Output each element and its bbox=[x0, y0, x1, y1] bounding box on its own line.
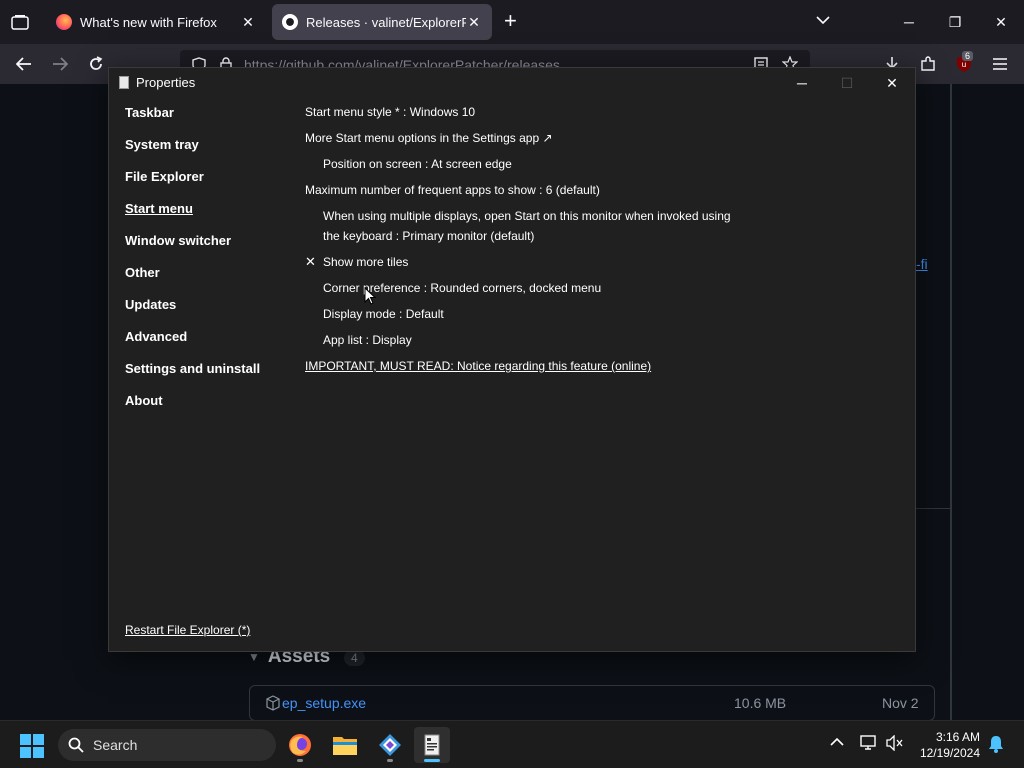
clock-time: 3:16 AM bbox=[935, 730, 980, 744]
ublock-count-badge: 6 bbox=[962, 51, 974, 61]
dialog-titlebar[interactable]: Properties ─ ☐ ✕ bbox=[109, 68, 915, 98]
taskbar-app-file-explorer[interactable] bbox=[327, 727, 363, 763]
tab-close-icon[interactable]: ✕ bbox=[240, 14, 256, 31]
taskbar-app-vscode-insiders[interactable] bbox=[372, 727, 408, 763]
asset-date: Nov 2 bbox=[882, 695, 919, 711]
dialog-close-button[interactable]: ✕ bbox=[877, 72, 907, 94]
page-partial-link[interactable]: -fi bbox=[916, 256, 928, 272]
option-display-mode[interactable]: Display mode : Default bbox=[323, 304, 444, 324]
taskbar-app-properties[interactable] bbox=[414, 727, 450, 763]
file-explorer-icon bbox=[333, 737, 357, 755]
option-position-on-screen[interactable]: Position on screen : At screen edge bbox=[323, 154, 512, 174]
puzzle-icon bbox=[921, 56, 935, 71]
back-arrow-icon bbox=[16, 57, 31, 71]
firefox-tab-strip: What's new with Firefox ✕ Releases · val… bbox=[0, 0, 1024, 44]
sidebar-item-about[interactable]: About bbox=[125, 392, 260, 424]
tab-title: Releases · valinet/ExplorerPatcher bbox=[306, 14, 466, 30]
hamburger-icon bbox=[993, 58, 1007, 70]
list-all-tabs-button[interactable] bbox=[816, 12, 830, 30]
search-label: Search bbox=[93, 737, 138, 753]
taskbar-clock[interactable]: 3:16 AM 12/19/2024 bbox=[900, 729, 980, 761]
firefox-favicon-icon bbox=[56, 14, 72, 30]
bell-icon bbox=[989, 736, 1003, 753]
taskbar-app-firefox[interactable] bbox=[282, 727, 318, 763]
restore-button[interactable]: ❐ bbox=[940, 10, 970, 34]
menu-button[interactable] bbox=[988, 52, 1012, 76]
reload-icon bbox=[90, 56, 103, 70]
page-divider bbox=[950, 84, 952, 720]
tab-whats-new[interactable]: What's new with Firefox ✕ bbox=[46, 4, 266, 40]
properties-dialog: Properties ─ ☐ ✕ Taskbar System tray Fil… bbox=[108, 67, 916, 652]
taskbar-search-box[interactable]: Search bbox=[58, 729, 276, 761]
back-button[interactable] bbox=[12, 52, 36, 76]
search-icon bbox=[68, 737, 84, 758]
option-multi-display-line1[interactable]: When using multiple displays, open Start… bbox=[323, 206, 731, 226]
vscode-insiders-icon bbox=[379, 734, 401, 756]
firefox-view-icon bbox=[11, 15, 29, 30]
asset-row: ep_setup.exe 10.6 MB Nov 2 bbox=[249, 685, 935, 721]
firefox-icon bbox=[289, 734, 311, 756]
svg-text:u: u bbox=[962, 60, 966, 69]
sidebar-item-system-tray[interactable]: System tray bbox=[125, 136, 260, 168]
caret-down-icon: ▼ bbox=[248, 650, 260, 664]
extensions-button[interactable] bbox=[916, 52, 940, 76]
tab-title: What's new with Firefox bbox=[80, 14, 217, 30]
new-tab-button[interactable]: + bbox=[504, 10, 517, 32]
chevron-down-icon bbox=[816, 16, 830, 25]
dialog-maximize-button: ☐ bbox=[840, 74, 854, 91]
start-button[interactable] bbox=[20, 734, 44, 763]
app-running-indicator bbox=[297, 759, 303, 762]
tab-releases[interactable]: Releases · valinet/ExplorerPatcher ✕ bbox=[272, 4, 492, 40]
package-icon bbox=[266, 695, 280, 716]
sidebar-item-start-menu[interactable]: Start menu bbox=[125, 200, 260, 232]
dialog-title: Properties bbox=[136, 75, 196, 90]
option-max-frequent-apps[interactable]: Maximum number of frequent apps to show … bbox=[305, 180, 600, 200]
dialog-sidebar: Taskbar System tray File Explorer Start … bbox=[125, 104, 260, 424]
network-monitor-icon bbox=[860, 735, 876, 750]
notifications-button[interactable] bbox=[988, 735, 1004, 756]
mouse-cursor-icon bbox=[364, 287, 376, 305]
page-divider bbox=[916, 508, 950, 509]
sidebar-item-file-explorer[interactable]: File Explorer bbox=[125, 168, 260, 200]
minimize-button[interactable]: ─ bbox=[894, 10, 924, 34]
option-start-menu-style[interactable]: Start menu style * : Windows 10 bbox=[305, 102, 475, 122]
sidebar-item-taskbar[interactable]: Taskbar bbox=[125, 104, 260, 136]
assets-count-badge: 4 bbox=[344, 650, 365, 666]
properties-app-icon bbox=[119, 76, 129, 89]
app-active-indicator bbox=[424, 759, 440, 762]
sidebar-item-other[interactable]: Other bbox=[125, 264, 260, 296]
show-hidden-icons-button[interactable] bbox=[830, 735, 844, 750]
option-more-start-options-link[interactable]: More Start menu options in the Settings … bbox=[305, 128, 553, 148]
firefox-view-button[interactable] bbox=[8, 10, 32, 34]
windows-logo-icon bbox=[20, 734, 44, 758]
close-window-button[interactable]: ✕ bbox=[986, 10, 1016, 34]
app-running-indicator bbox=[387, 759, 393, 762]
option-multi-display-line2[interactable]: the keyboard : Primary monitor (default) bbox=[323, 226, 534, 246]
sidebar-item-advanced[interactable]: Advanced bbox=[125, 328, 260, 360]
clock-date: 12/19/2024 bbox=[919, 746, 980, 760]
option-app-list[interactable]: App list : Display bbox=[323, 330, 412, 350]
checkmark-icon[interactable]: ✕ bbox=[305, 252, 316, 272]
sidebar-item-settings-uninstall[interactable]: Settings and uninstall bbox=[125, 360, 260, 392]
restart-file-explorer-link[interactable]: Restart File Explorer (*) bbox=[125, 623, 250, 637]
sidebar-item-updates[interactable]: Updates bbox=[125, 296, 260, 328]
properties-app-icon bbox=[424, 734, 440, 756]
network-status-button[interactable] bbox=[860, 735, 878, 754]
github-favicon-icon bbox=[282, 14, 298, 30]
forward-button[interactable] bbox=[48, 52, 72, 76]
chevron-up-icon bbox=[830, 737, 844, 746]
windows-taskbar: Search 3:16 AM 12/19/2024 bbox=[0, 720, 1024, 768]
tab-close-icon[interactable]: ✕ bbox=[466, 14, 482, 31]
forward-arrow-icon bbox=[53, 57, 68, 71]
asset-link[interactable]: ep_setup.exe bbox=[282, 695, 366, 711]
reload-button[interactable] bbox=[84, 52, 108, 76]
asset-size: 10.6 MB bbox=[734, 695, 787, 711]
sidebar-item-window-switcher[interactable]: Window switcher bbox=[125, 232, 260, 264]
option-show-more-tiles[interactable]: Show more tiles bbox=[323, 252, 408, 272]
important-notice-link[interactable]: IMPORTANT, MUST READ: Notice regarding t… bbox=[305, 356, 651, 376]
dialog-minimize-button[interactable]: ─ bbox=[787, 72, 817, 94]
